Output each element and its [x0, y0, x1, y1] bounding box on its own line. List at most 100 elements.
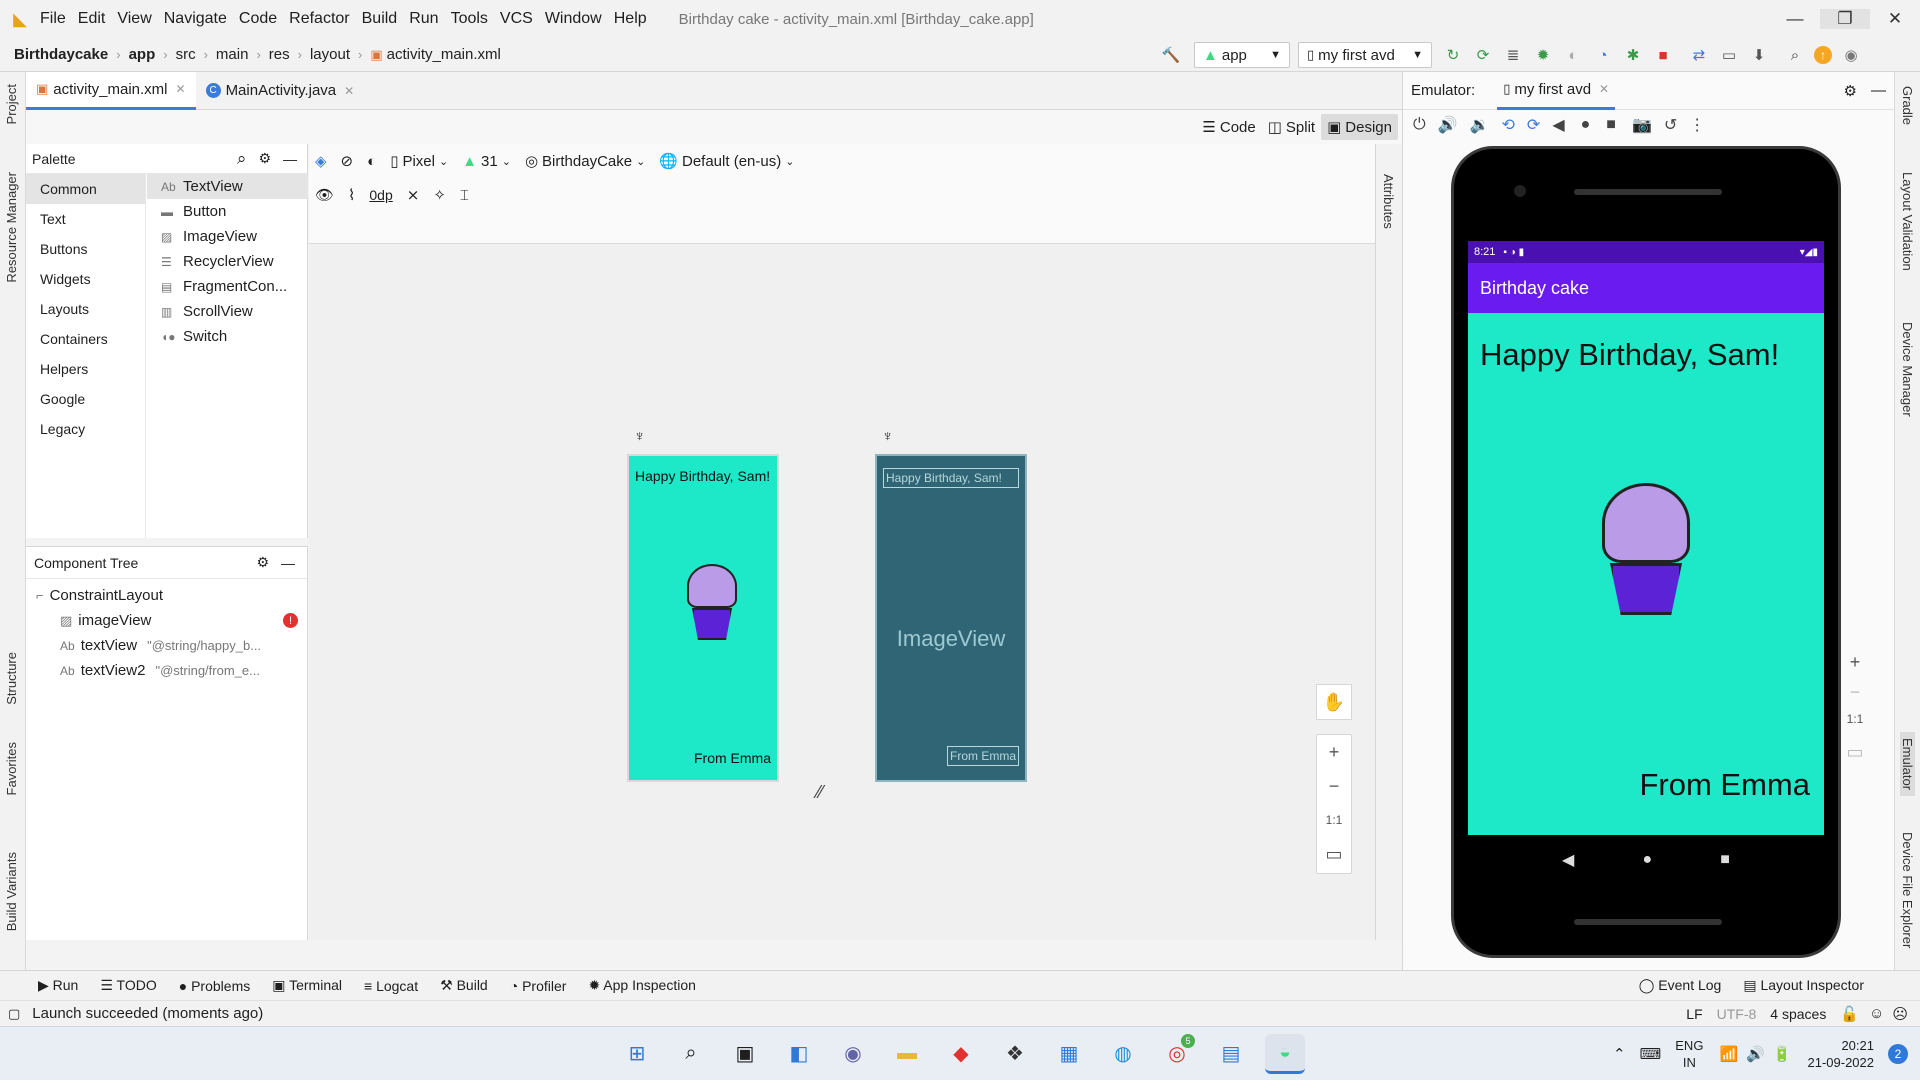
clock[interactable]: 20:21 21-09-2022: [1808, 1037, 1875, 1071]
palette-item-recyclerview[interactable]: ☰ RecyclerView: [147, 249, 308, 274]
device-manager-icon[interactable]: ▭: [1718, 44, 1740, 66]
tool-logcat[interactable]: ≡ Logcat: [364, 978, 418, 994]
error-icon[interactable]: !: [283, 613, 298, 628]
build-hammer-icon[interactable]: 🔨: [1160, 44, 1182, 66]
breadcrumb-res[interactable]: res: [269, 46, 290, 63]
tool-todo[interactable]: ☰ TODO: [100, 977, 156, 994]
tree-item-textview2[interactable]: Ab textView2 "@string/from_e...: [36, 658, 307, 683]
minimize-icon[interactable]: —: [283, 151, 297, 167]
volume-up-icon[interactable]: 🔊: [1438, 115, 1458, 135]
dropbox-icon[interactable]: ❖: [995, 1034, 1035, 1074]
gear-icon[interactable]: ⚙: [256, 554, 269, 571]
notification-count-badge[interactable]: 2: [1888, 1043, 1908, 1064]
tool-terminal[interactable]: ▣ Terminal: [272, 977, 342, 994]
breadcrumb-src[interactable]: src: [176, 46, 196, 63]
notepad-icon[interactable]: ▤: [1211, 1034, 1251, 1074]
autoconnect-icon[interactable]: ⌇: [348, 186, 355, 204]
show-hidden-icon[interactable]: ⌃: [1613, 1045, 1626, 1063]
palette-item-imageview[interactable]: ▨ ImageView: [147, 224, 308, 249]
line-separator[interactable]: LF: [1686, 1006, 1702, 1022]
coverage-icon[interactable]: ◐: [1562, 44, 1584, 66]
power-icon[interactable]: ⏻: [1413, 116, 1426, 134]
teams-chat-icon[interactable]: ◉: [833, 1034, 873, 1074]
default-margin-field[interactable]: 0dp: [369, 187, 392, 203]
maximize-button[interactable]: ❐: [1820, 9, 1870, 29]
emulator-zoom-actual[interactable]: 1:1: [1841, 712, 1869, 742]
tab-main-activity[interactable]: C MainActivity.java ✕: [196, 72, 365, 110]
task-view-icon[interactable]: ▣: [725, 1034, 765, 1074]
search-icon[interactable]: ⌕: [237, 149, 247, 169]
emulator-zoom-in[interactable]: +: [1841, 652, 1869, 682]
zoom-out-button[interactable]: −: [1317, 769, 1351, 803]
nav-home-icon[interactable]: ●: [1642, 851, 1652, 869]
infer-constraints-icon[interactable]: ✧: [433, 186, 446, 204]
menu-code[interactable]: Code: [239, 10, 277, 28]
palette-category-google[interactable]: Google: [26, 384, 145, 414]
locale-select[interactable]: 🌐 Default (en-us) ⌄: [659, 152, 794, 171]
volume-down-icon[interactable]: 🔉: [1470, 115, 1490, 135]
pin-icon[interactable]: ♆: [882, 428, 893, 445]
debug-icon[interactable]: ✹: [1532, 44, 1554, 66]
stop-icon[interactable]: ■: [1652, 44, 1674, 66]
design-preview[interactable]: Happy Birthday, Sam! From Emma: [627, 454, 779, 782]
chrome-icon[interactable]: ◎ 5: [1157, 1033, 1197, 1074]
device-select[interactable]: ▯ Pixel ⌄: [390, 152, 448, 171]
zoom-to-fit-icon[interactable]: ▭: [1317, 837, 1351, 871]
close-button[interactable]: ✕: [1870, 9, 1920, 29]
rotate-left-icon[interactable]: ⟲: [1502, 115, 1515, 135]
screen-signature[interactable]: From Emma: [1640, 767, 1811, 803]
rotate-right-icon[interactable]: ⟳: [1527, 115, 1540, 135]
device-screen[interactable]: 8:21 ▪ ◑ ▮ ▾◢▮ Birthday cake Happy Birth…: [1468, 241, 1824, 835]
blueprint-textview-box[interactable]: Happy Birthday, Sam!: [883, 468, 1019, 488]
status-toggle-icon[interactable]: ▢: [8, 1006, 20, 1022]
palette-category-buttons[interactable]: Buttons: [26, 234, 145, 264]
tool-problems[interactable]: ● Problems: [179, 978, 251, 994]
palette-category-text[interactable]: Text: [26, 204, 145, 234]
tree-item-imageview[interactable]: ▨ imageView!: [36, 608, 298, 633]
emulator-zoom-out[interactable]: −: [1841, 682, 1869, 712]
breadcrumb-project[interactable]: Birthdaycake: [14, 46, 108, 63]
menu-run[interactable]: Run: [409, 10, 438, 28]
start-icon[interactable]: ⊞: [617, 1034, 657, 1074]
pan-button[interactable]: ✋: [1316, 684, 1352, 720]
minimize-button[interactable]: —: [1770, 9, 1820, 29]
nav-back-icon[interactable]: ◀: [1562, 850, 1574, 870]
pin-icon[interactable]: ♆: [634, 428, 645, 445]
theme-select[interactable]: ◎ BirthdayCake ⌄: [525, 152, 645, 171]
tab-avd[interactable]: ▯ my first avd ✕: [1497, 72, 1616, 110]
api-select[interactable]: ▲ 31 ⌄: [462, 153, 511, 170]
widgets-icon[interactable]: ◧: [779, 1034, 819, 1074]
menu-edit[interactable]: Edit: [78, 10, 106, 28]
back-icon[interactable]: ◀: [1552, 115, 1564, 135]
palette-category-common[interactable]: Common: [26, 174, 145, 204]
tab-activity-main[interactable]: ▣ activity_main.xml ✕: [26, 71, 196, 110]
keyboard-icon[interactable]: ⌨: [1640, 1045, 1662, 1063]
battery-icon[interactable]: 🔋: [1773, 1045, 1792, 1063]
rerun-icon[interactable]: ↻: [1442, 44, 1464, 66]
camera-icon[interactable]: 📷: [1632, 115, 1652, 135]
preview-signature[interactable]: From Emma: [694, 750, 771, 766]
palette-item-switch[interactable]: ◖● Switch: [147, 324, 308, 349]
tool-build[interactable]: ⚒ Build: [440, 977, 488, 994]
zoom-actual-button[interactable]: 1:1: [1317, 803, 1351, 837]
edge-icon[interactable]: ◍: [1103, 1034, 1143, 1074]
file-encoding[interactable]: UTF-8: [1717, 1006, 1757, 1022]
device-select[interactable]: ▯ my first avd ▼: [1298, 42, 1432, 68]
night-mode-icon[interactable]: ◐: [367, 153, 376, 170]
apply-changes-icon[interactable]: ⟳: [1472, 44, 1494, 66]
stripe-build-variants[interactable]: Build Variants: [4, 852, 19, 931]
sdk-manager-icon[interactable]: ⬇: [1748, 44, 1770, 66]
gear-icon[interactable]: ⚙: [258, 150, 271, 167]
update-icon[interactable]: ↑: [1814, 46, 1832, 64]
palette-category-layouts[interactable]: Layouts: [26, 294, 145, 324]
profile-icon[interactable]: ◔: [1592, 44, 1614, 66]
tool-event-log[interactable]: ◯ Event Log: [1639, 977, 1722, 994]
profile-avatar-icon[interactable]: ◉: [1840, 44, 1862, 66]
tool-profiler[interactable]: ◔ Profiler: [510, 978, 567, 994]
sync-gradle-icon[interactable]: ⇄: [1688, 44, 1710, 66]
android-studio-icon[interactable]: ◒: [1265, 1033, 1305, 1074]
resize-handle-icon[interactable]: ⁄⁄: [817, 782, 823, 803]
palette-item-textview[interactable]: Ab TextView: [147, 174, 308, 199]
tool-layout-inspector[interactable]: ▤ Layout Inspector: [1743, 977, 1864, 994]
tree-item-textview[interactable]: Ab textView "@string/happy_b...: [36, 633, 307, 658]
